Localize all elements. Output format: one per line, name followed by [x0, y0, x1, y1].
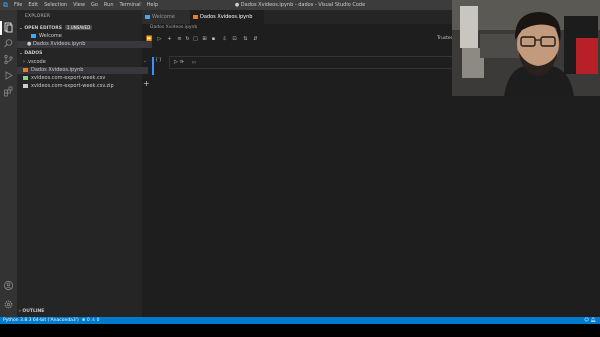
collapse-icon[interactable]: ⇅	[242, 36, 249, 42]
tab-label: Welcome	[152, 14, 175, 20]
vscode-logo-icon: ⧉	[3, 0, 8, 9]
add-code-cell-icon[interactable]: +	[166, 36, 173, 42]
status-left: Python 3.8.3 64-bit ('Anaconda3') ⊗ 0 ⚠ …	[3, 317, 100, 324]
webcam-overlay	[452, 0, 600, 96]
cell-collapse-icon[interactable]: ⌄	[143, 58, 147, 64]
cell-execution-count: [ ]	[156, 58, 161, 63]
add-markdown-cell-icon[interactable]: ≡	[176, 36, 183, 42]
menu-edit[interactable]: Edit	[28, 2, 38, 8]
add-cell-icon[interactable]: +	[143, 79, 150, 88]
tree-item-notebook[interactable]: Dados Xvideos.ipynb	[17, 67, 148, 74]
open-editor-label: Welcome	[39, 33, 62, 39]
activity-bar	[0, 10, 17, 317]
explorer-sidebar: EXPLORER ⌄ OPEN EDITORS 1 UNSAVED Welcome…	[17, 10, 152, 317]
python-interpreter[interactable]: Python 3.8.3 64-bit ('Anaconda3')	[3, 318, 79, 323]
open-editor-welcome[interactable]: Welcome	[17, 33, 156, 40]
vscode-file-icon	[31, 33, 36, 38]
extensions-icon[interactable]	[3, 86, 14, 97]
export-icon[interactable]: ⇩	[221, 36, 228, 42]
webcam-person-image	[452, 0, 600, 96]
notifications-icon[interactable]: 🔔︎	[590, 318, 596, 323]
run-cell-icon[interactable]: ▷ ⇛	[174, 59, 184, 65]
problems-count[interactable]: ⊗ 0 ⚠ 0	[82, 318, 100, 323]
source-control-icon[interactable]	[3, 54, 14, 65]
tree-item-label: .vscode	[26, 59, 46, 65]
open-editors-header[interactable]: ⌄ OPEN EDITORS 1 UNSAVED	[19, 25, 93, 31]
menu-go[interactable]: Go	[91, 2, 98, 8]
tree-item-csv[interactable]: xvideos.com-export-week.csv	[17, 75, 148, 82]
tree-item-label: Dados Xvideos.ipynb	[31, 67, 84, 73]
notebook-file-icon	[23, 67, 28, 72]
outline-header[interactable]: › OUTLINE	[19, 309, 44, 314]
tab-notebook[interactable]: Dados Xvideos.ipynb	[190, 10, 264, 24]
save-icon[interactable]: ▪	[210, 36, 217, 42]
active-view-indicator	[0, 21, 2, 35]
open-editors-label: OPEN EDITORS	[24, 26, 62, 31]
clear-output-icon[interactable]: ⊡	[231, 36, 238, 42]
tree-item-label: xvideos.com-export-week.csv.zip	[31, 83, 114, 89]
interrupt-kernel-icon[interactable]: □	[192, 36, 199, 42]
cell-selection-bar	[152, 57, 154, 75]
menu-run[interactable]: Run	[104, 2, 114, 8]
menu-terminal[interactable]: Terminal	[120, 2, 141, 8]
unsaved-badge: 1 UNSAVED	[64, 25, 93, 30]
status-right: ☺ 🔔︎	[584, 317, 596, 324]
folder-header[interactable]: ⌄ DADOS	[19, 51, 42, 56]
gear-icon[interactable]	[3, 299, 14, 310]
feedback-icon[interactable]: ☺	[584, 318, 589, 323]
explorer-icon[interactable]	[3, 22, 14, 33]
explorer-title: EXPLORER	[25, 14, 51, 19]
run-all-icon[interactable]: ⏩	[146, 36, 153, 42]
open-editor-label: ● Dados Xvideos.ipynb	[27, 41, 86, 47]
vscode-file-icon	[145, 15, 150, 19]
menu-selection[interactable]: Selection	[44, 2, 67, 8]
code-cell-input[interactable]	[169, 56, 459, 69]
csv-file-icon	[23, 75, 28, 80]
notebook-file-icon	[193, 15, 198, 19]
breadcrumb-file[interactable]: Dados Xvideos.ipynb	[150, 25, 197, 30]
outline-label: OUTLINE	[22, 309, 45, 314]
open-editor-notebook[interactable]: ● Dados Xvideos.ipynb	[17, 41, 152, 48]
breadcrumb[interactable]: Dados Xvideos.ipynb	[150, 25, 197, 30]
run-above-icon[interactable]: ▷	[156, 36, 163, 42]
run-debug-icon[interactable]	[3, 70, 14, 81]
search-icon[interactable]	[3, 38, 14, 49]
run-below-icon[interactable]: ⇛	[179, 59, 183, 65]
folder-label: DADOS	[24, 51, 43, 56]
tree-item-zip[interactable]: xvideos.com-export-week.csv.zip	[17, 83, 148, 90]
cell-language-label[interactable]: py	[192, 60, 196, 64]
menu-view[interactable]: View	[73, 2, 85, 8]
menu-file[interactable]: File	[14, 2, 22, 8]
account-icon[interactable]	[3, 280, 14, 291]
variables-icon[interactable]: ⊞	[201, 36, 208, 42]
notebook-toolbar: ⏩ ▷ + ≡ ↻ □ ⊞ ▪ ⇩ ⊡ ⇅ ⇵	[142, 33, 462, 45]
tree-item-vscode[interactable]: › .vscode	[17, 59, 148, 66]
restart-kernel-icon[interactable]: ↻	[184, 36, 191, 42]
letterbox-bottom	[0, 324, 600, 337]
zip-file-icon	[23, 83, 28, 88]
tab-label: Dados Xvideos.ipynb	[200, 14, 253, 20]
status-bar: Python 3.8.3 64-bit ('Anaconda3') ⊗ 0 ⚠ …	[0, 317, 600, 324]
tree-item-label: xvideos.com-export-week.csv	[31, 75, 106, 81]
expand-icon[interactable]: ⇵	[252, 36, 259, 42]
menu-help[interactable]: Help	[147, 2, 158, 8]
